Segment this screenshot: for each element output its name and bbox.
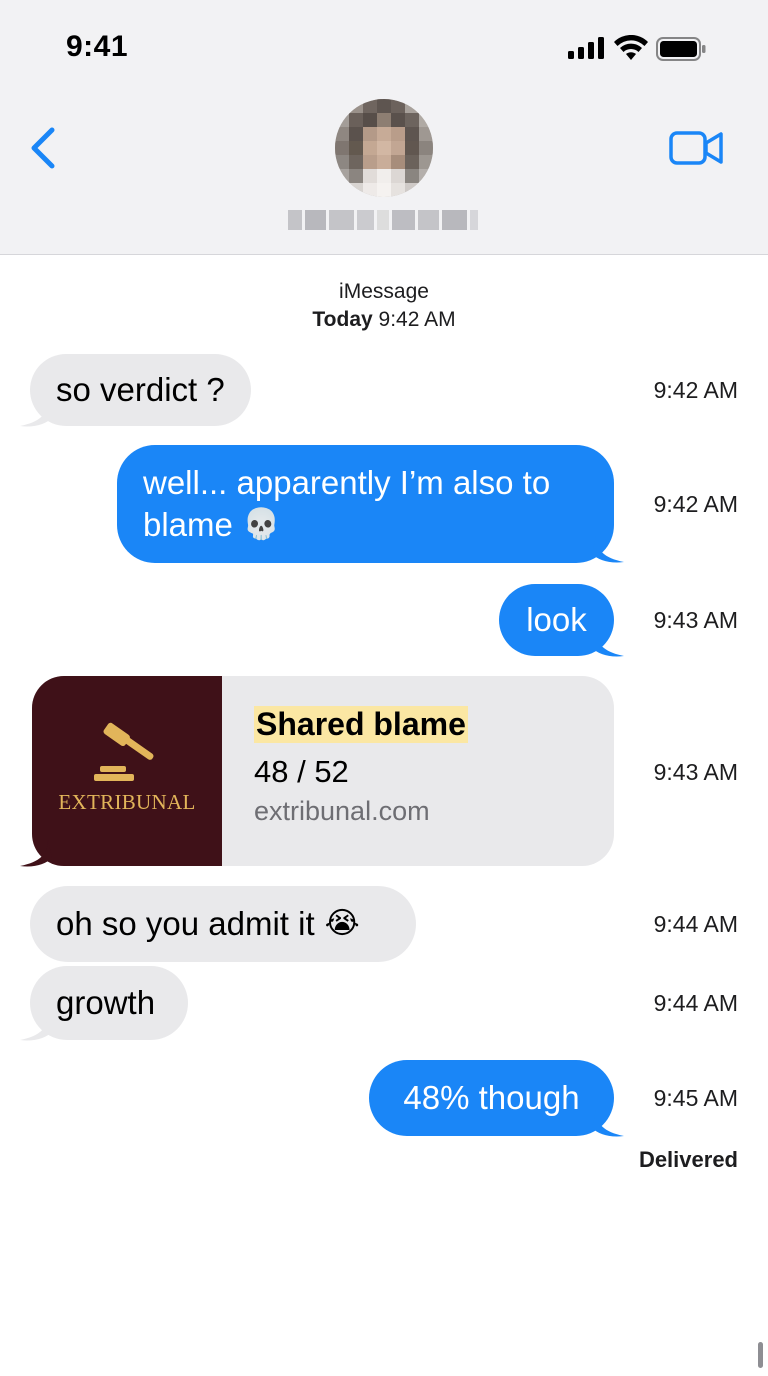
date-day: Today [312, 308, 373, 331]
message-timestamp: 9:44 AM [653, 911, 738, 937]
message-text: growth [56, 984, 156, 1021]
date-time: 9:42 AM [378, 308, 456, 331]
message-timestamp: 9:43 AM [653, 607, 738, 633]
message-incoming[interactable]: growth [30, 966, 188, 1040]
bubble-tail [592, 1110, 624, 1137]
status-time: 9:41 [66, 30, 129, 63]
message-text: 48% though [403, 1079, 580, 1116]
wifi-icon [614, 35, 648, 60]
message-incoming[interactable]: so verdict ? [30, 354, 251, 426]
link-domain: extribunal.com [254, 796, 430, 826]
message-timestamp: 9:44 AM [653, 990, 738, 1016]
link-title: Shared blame [254, 706, 468, 743]
back-button[interactable] [26, 120, 66, 176]
service-label: iMessage [339, 280, 429, 303]
message-timestamp: 9:43 AM [653, 759, 738, 785]
signal-icon [568, 37, 604, 59]
message-text-line2: blame [143, 506, 233, 543]
delivery-status: Delivered [638, 1147, 738, 1172]
link-subtitle: 48 / 52 [254, 754, 349, 789]
video-camera-icon [669, 131, 723, 165]
link-preview-card[interactable]: EXTRIBUNAL Shared blame 48 / 52 extribun… [32, 676, 614, 866]
message-incoming[interactable]: oh so you admit it 😭 [30, 886, 416, 962]
message-outgoing[interactable]: well... apparently I’m also to blame 💀 [117, 445, 614, 563]
brand-wordmark: EXTRIBUNAL [58, 790, 196, 814]
message-text: so verdict ? [56, 371, 225, 408]
bubble-tail [20, 400, 52, 427]
bubble-tail [20, 1014, 52, 1041]
bubble-tail [592, 536, 624, 563]
message-text: look [526, 601, 587, 638]
chevron-left-icon [31, 127, 55, 169]
message-outgoing[interactable]: 48% though [369, 1060, 614, 1136]
message-timestamp: 9:42 AM [653, 377, 738, 403]
battery-icon [656, 37, 706, 61]
message-text-line1: well... apparently I’m also to [143, 464, 551, 501]
conversation-header: 9:41 [0, 0, 768, 255]
contact-avatar[interactable] [335, 99, 433, 197]
scroll-indicator[interactable] [758, 1342, 763, 1368]
message-timestamp: 9:42 AM [653, 491, 738, 517]
contact-name-blurred[interactable] [288, 206, 478, 234]
gavel-icon [94, 722, 154, 781]
message-text: oh so you admit it [56, 905, 315, 942]
message-timestamp: 9:45 AM [653, 1085, 738, 1111]
skull-emoji: 💀 [242, 507, 281, 542]
bubble-tail [592, 630, 624, 657]
facetime-video-button[interactable] [668, 128, 726, 168]
conversation-date: Today 9:42 AM [0, 308, 768, 332]
loudly-crying-face-emoji: 😭 [324, 906, 360, 941]
link-thumbnail: EXTRIBUNAL [32, 676, 222, 866]
bubble-tail [20, 840, 52, 867]
